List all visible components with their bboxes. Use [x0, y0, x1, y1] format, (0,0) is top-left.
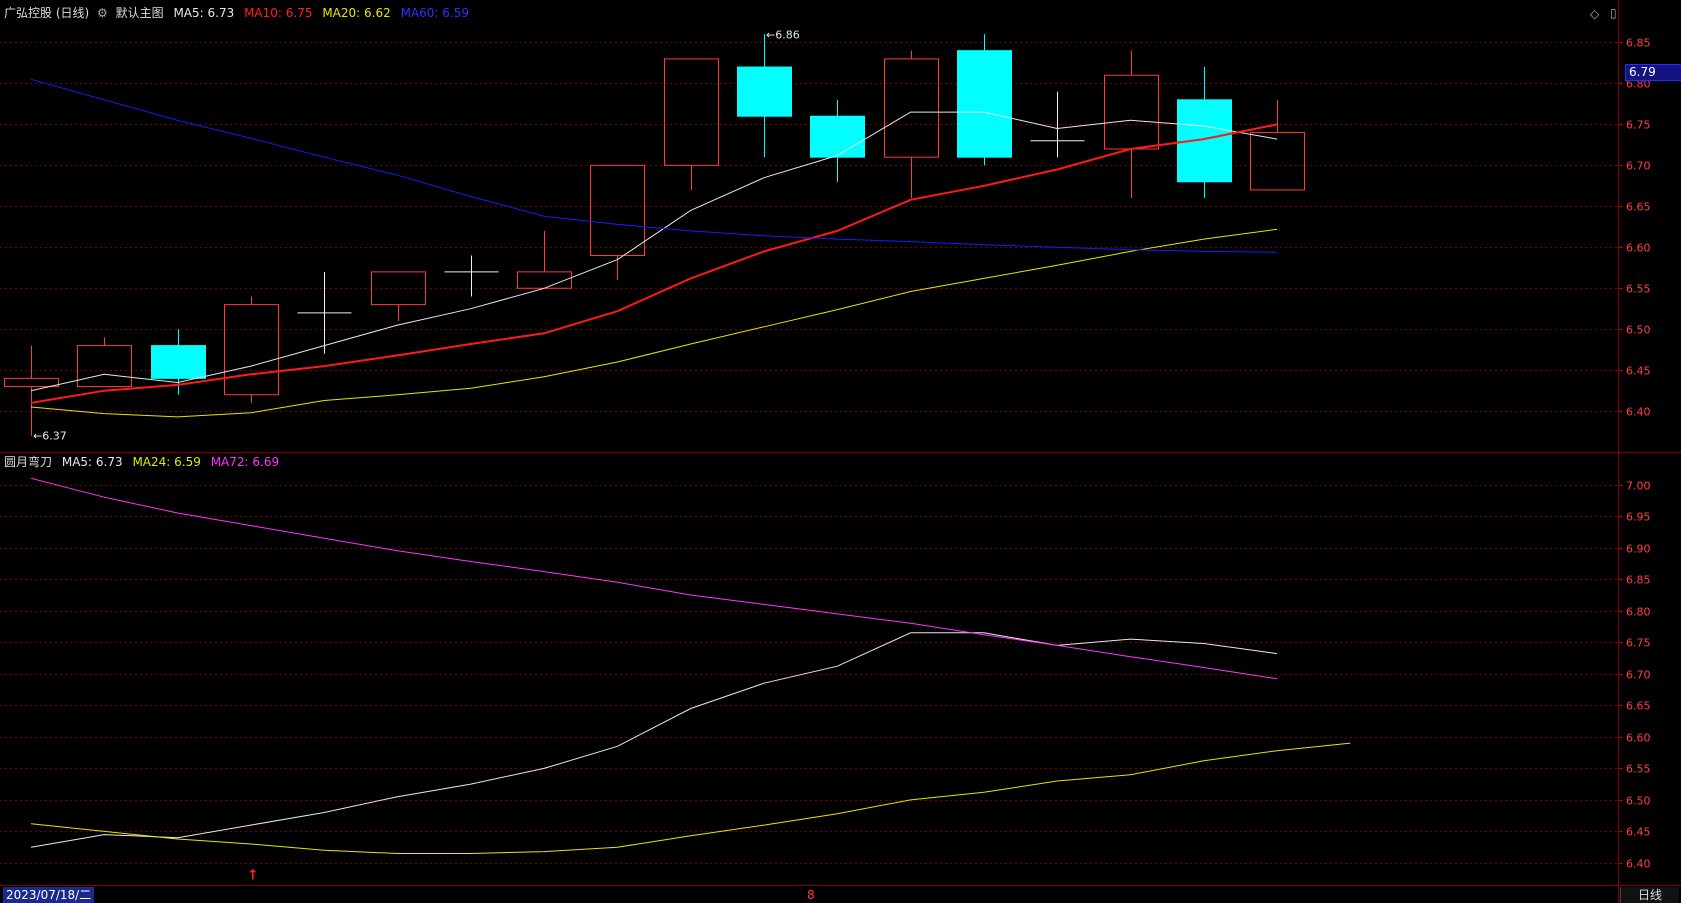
y-tick-label-0-2: 6.75 [1626, 119, 1651, 132]
y-tick-label-1-2: 6.90 [1626, 543, 1651, 556]
candle-body-0 [4, 377, 59, 388]
y-tick-label-0-0: 6.85 [1626, 37, 1651, 50]
ma20-value: MA20: 6.62 [322, 6, 391, 20]
series-line-1-ma24 [30, 742, 1351, 854]
candle-body-11 [810, 115, 865, 158]
series-line-1-ma72 [30, 477, 1278, 680]
timeline-mark: 8 [807, 888, 815, 902]
y-tick-label-1-9: 6.55 [1626, 763, 1651, 776]
candle-body-5 [371, 271, 426, 306]
ma5-value: MA5: 6.73 [173, 6, 235, 20]
y-tick-label-1-10: 6.50 [1626, 795, 1651, 808]
settings-icon[interactable]: ⚙ [97, 6, 108, 20]
candle-body-12 [884, 58, 939, 158]
candle-body-1 [77, 345, 132, 388]
indicator-name[interactable]: 圆月弯刀 [4, 455, 52, 469]
candle-body-10 [737, 66, 792, 117]
y-tick-label-1-1: 6.95 [1626, 511, 1651, 524]
ma60-value: MA60: 6.59 [400, 6, 469, 20]
y-tick-label-0-6: 6.55 [1626, 283, 1651, 296]
price-annotation-0: ←6.86 [766, 28, 800, 41]
stock-name[interactable]: 广弘控股 (日线) [4, 6, 89, 20]
candle-body-9 [664, 58, 719, 166]
candle-body-8 [590, 164, 645, 256]
y-tick-label-1-4: 6.80 [1626, 606, 1651, 619]
series-line-1-ma5 [30, 632, 1278, 848]
y-tick-label-1-5: 6.75 [1626, 637, 1651, 650]
y-tick-label-1-8: 6.60 [1626, 732, 1651, 745]
y-tick-label-1-0: 7.00 [1626, 480, 1651, 493]
candle-body-7 [517, 271, 572, 289]
y-tick-label-0-9: 6.40 [1626, 406, 1651, 419]
candle-body-3 [224, 304, 279, 396]
indicator-panel-header: 圆月弯刀 MA5: 6.73 MA24: 6.59 MA72: 6.69 [4, 455, 279, 469]
price-annotation-1: ←6.37 [33, 430, 67, 443]
y-tick-label-0-7: 6.50 [1626, 324, 1651, 337]
main-panel-header: 广弘控股 (日线) ⚙ 默认主图 MA5: 6.73 MA10: 6.75 MA… [4, 6, 469, 20]
y-tick-label-1-12: 6.40 [1626, 858, 1651, 871]
stock-chart[interactable]: 6.85 6.80 6.75 6.70 6.65 6.60 6.55 6.50 6.45 6.40… [0, 0, 1681, 903]
y-tick-label-1-11: 6.45 [1626, 826, 1651, 839]
current-price-tag: 6.79 [1625, 64, 1681, 81]
y-tick-label-1-3: 6.85 [1626, 574, 1651, 587]
signal-arrow-0: ↑ [247, 868, 259, 884]
y-tick-label-0-4: 6.65 [1626, 201, 1651, 214]
y-tick-label-0-8: 6.45 [1626, 365, 1651, 378]
indicator-ma72-value: MA72: 6.69 [210, 455, 280, 469]
indicator-ma5-value: MA5: 6.73 [61, 455, 123, 469]
main-chart-label[interactable]: 默认主图 [116, 6, 164, 20]
diamond-icon[interactable]: ◇ [1590, 7, 1599, 21]
collapse-icon[interactable]: ▯ [1610, 6, 1617, 20]
series-line-0-ma5 [30, 111, 1278, 392]
candle-body-2 [151, 345, 206, 379]
series-line-0-ma10 [30, 123, 1278, 404]
series-line-0-ma20 [30, 228, 1278, 418]
period-mode-button[interactable]: 日线 [1620, 887, 1679, 903]
crosshair-date: 2023/07/18/二 [3, 887, 95, 903]
y-tick-label-1-6: 6.70 [1626, 669, 1651, 682]
y-tick-label-0-5: 6.60 [1626, 242, 1651, 255]
y-tick-label-1-7: 6.65 [1626, 700, 1651, 713]
candle-body-15 [1104, 74, 1159, 150]
indicator-ma24-value: MA24: 6.59 [132, 455, 201, 469]
ma10-value: MA10: 6.75 [244, 6, 313, 20]
candle-body-17 [1250, 132, 1305, 191]
candle-body-13 [957, 50, 1012, 158]
y-tick-label-0-3: 6.70 [1626, 160, 1651, 173]
